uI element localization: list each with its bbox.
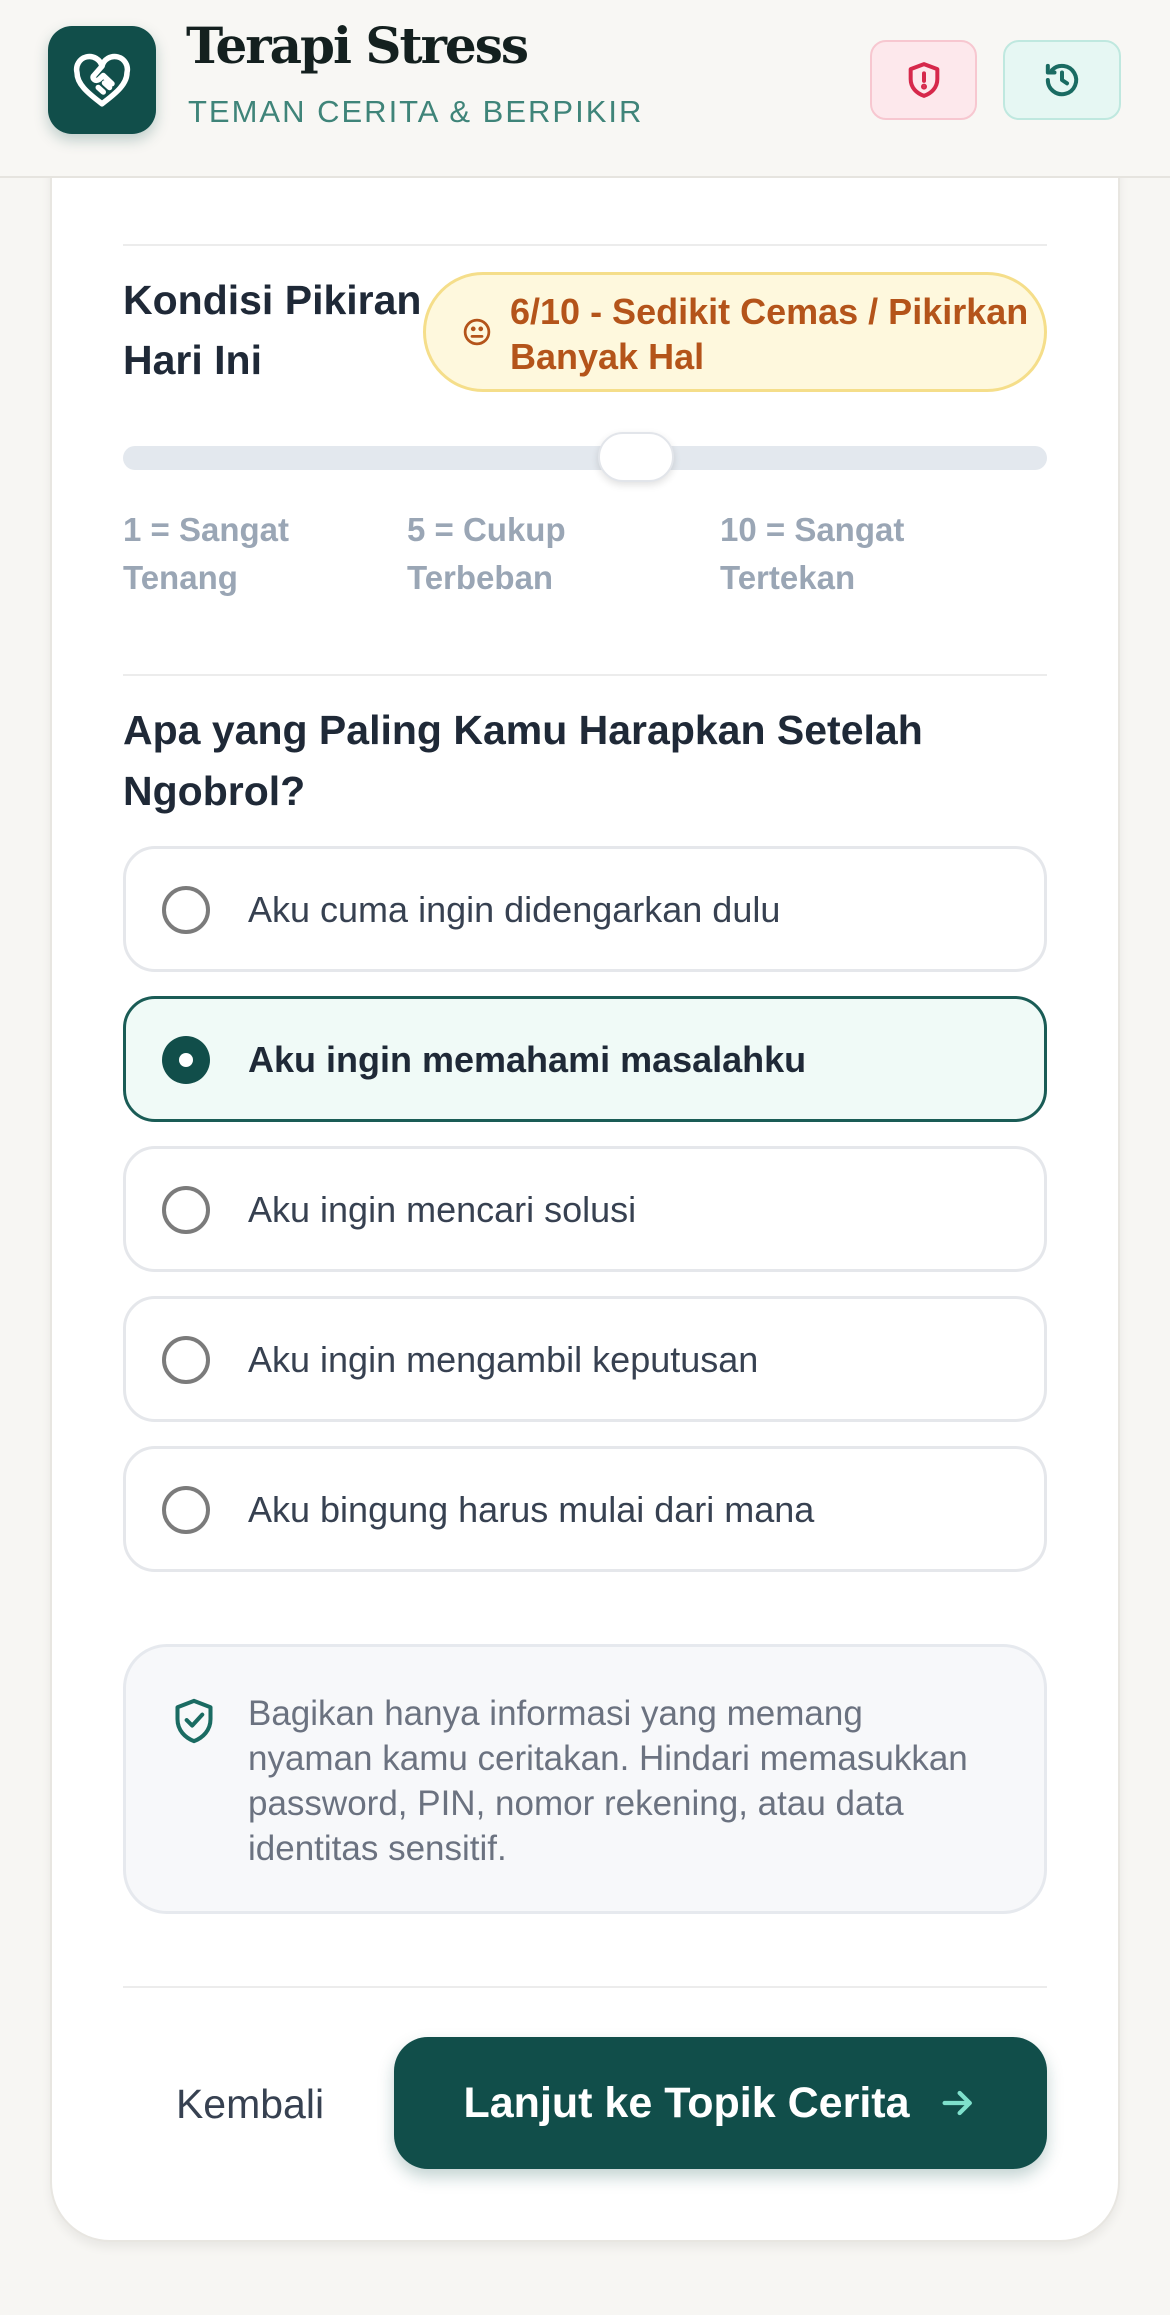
radio-button[interactable] xyxy=(162,1036,210,1084)
radio-button[interactable] xyxy=(162,1486,210,1534)
next-button[interactable]: Lanjut ke Topik Cerita xyxy=(394,2037,1047,2169)
back-button[interactable]: Kembali xyxy=(150,2074,350,2134)
divider xyxy=(123,244,1047,246)
shield-check-icon xyxy=(175,1698,213,1744)
privacy-notice: Bagikan hanya informasi yang memang nyam… xyxy=(123,1644,1047,1914)
scale-label-mid: 5 = Cukup Terbeban xyxy=(407,511,566,596)
next-button-label: Lanjut ke Topik Cerita xyxy=(463,2078,910,2127)
option-label: Aku cuma ingin didengarkan dulu xyxy=(248,889,781,930)
mood-slider-track[interactable] xyxy=(123,446,1047,470)
scale-label-min: 1 = Sangat Tenang xyxy=(123,511,289,596)
safety-button[interactable] xyxy=(870,40,977,120)
app-header: Terapi Stress TEMAN CERITA & BERPIKIR xyxy=(0,0,1170,178)
option-label: Aku bingung harus mulai dari mana xyxy=(248,1489,815,1530)
mood-badge-text: 6/10 - Sedikit Cemas / Pikirkan Banyak H… xyxy=(510,291,1029,377)
arrow-right-icon xyxy=(942,2090,972,2116)
option-label: Aku ingin memahami masalahku xyxy=(248,1039,807,1080)
divider xyxy=(123,1986,1047,1988)
option-item[interactable]: Aku bingung harus mulai dari mana xyxy=(123,1446,1047,1572)
mood-section-label: Kondisi Pikiran Hari Ini xyxy=(123,277,422,383)
option-label: Aku ingin mencari solusi xyxy=(248,1189,637,1230)
history-button[interactable] xyxy=(1003,40,1121,120)
divider xyxy=(123,674,1047,676)
option-item[interactable]: Aku ingin mengambil keputusan xyxy=(123,1296,1047,1422)
option-label: Aku ingin mengambil keputusan xyxy=(248,1339,759,1380)
privacy-notice-text: Bagikan hanya informasi yang memang nyam… xyxy=(248,1694,968,1868)
radio-button[interactable] xyxy=(162,886,210,934)
app-subtitle: TEMAN CERITA & BERPIKIR xyxy=(188,94,644,129)
scale-label-max: 10 = Sangat Tertekan xyxy=(720,511,905,596)
option-item[interactable]: Aku ingin memahami masalahku xyxy=(123,996,1047,1122)
question-title: Apa yang Paling Kamu Harapkan Setelah Ng… xyxy=(123,707,923,814)
neutral-face-icon xyxy=(463,318,491,346)
history-icon xyxy=(1045,63,1079,97)
option-item[interactable]: Aku ingin mencari solusi xyxy=(123,1146,1047,1272)
mood-status-badge: 6/10 - Sedikit Cemas / Pikirkan Banyak H… xyxy=(423,272,1047,392)
app-title: Terapi Stress xyxy=(186,16,529,75)
option-item[interactable]: Aku cuma ingin didengarkan dulu xyxy=(123,846,1047,972)
radio-button[interactable] xyxy=(162,1186,210,1234)
radio-button[interactable] xyxy=(162,1336,210,1384)
app-logo xyxy=(48,26,156,134)
heart-handshake-icon xyxy=(73,53,131,107)
shield-alert-icon xyxy=(908,62,939,98)
mood-slider-thumb[interactable] xyxy=(598,432,675,482)
